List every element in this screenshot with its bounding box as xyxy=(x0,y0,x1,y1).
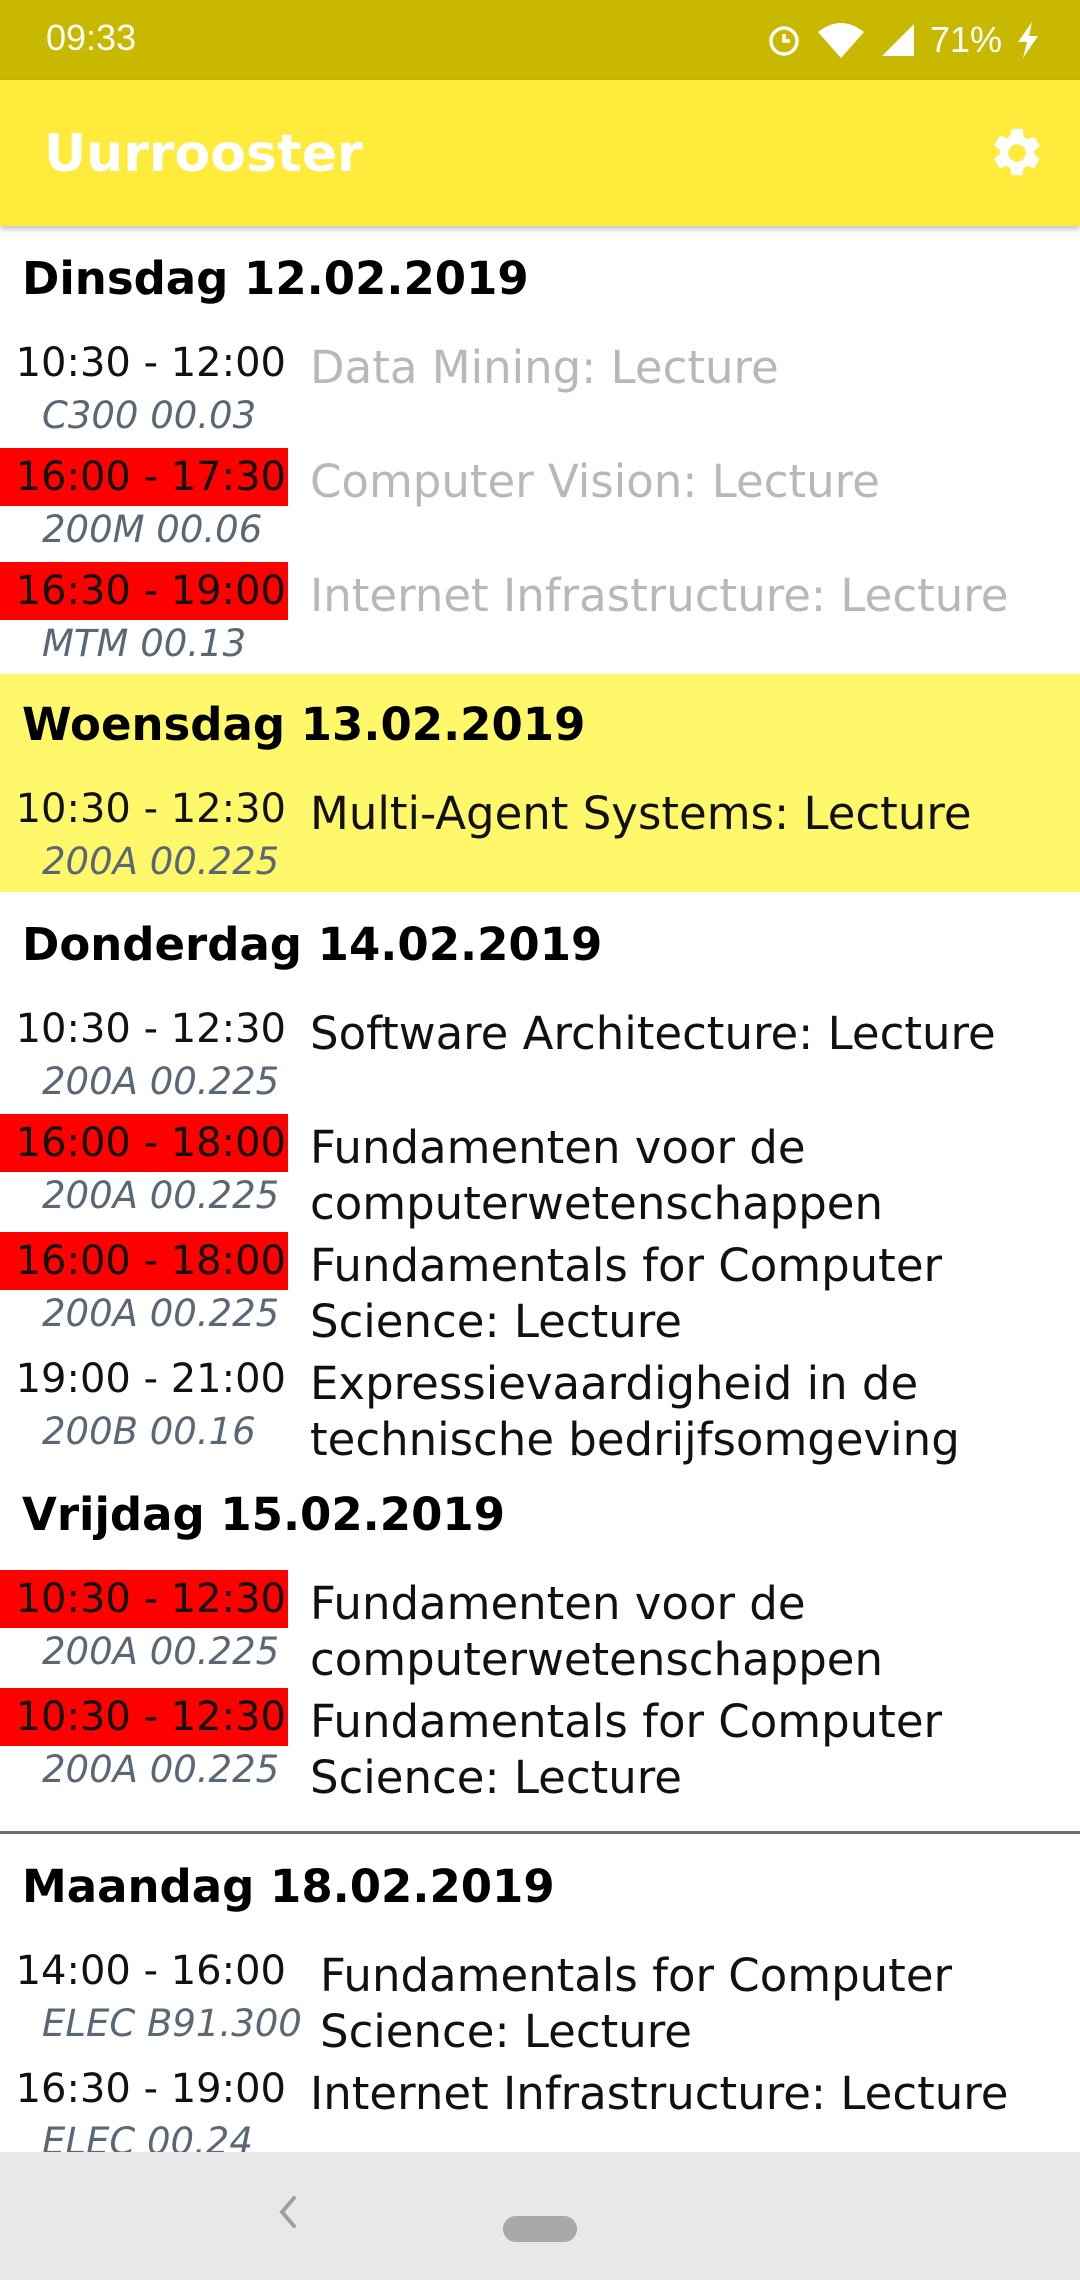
event-title: Fundamenten voor de computerwetenschappe… xyxy=(310,1121,883,1230)
status-icons: 71% xyxy=(766,14,1040,66)
signal-icon xyxy=(881,24,914,56)
event-title: Fundamenten voor de computerwetenschappe… xyxy=(310,1577,883,1686)
event-room: 200A 00.225 xyxy=(42,1060,280,1103)
event-room: 200A 00.225 xyxy=(42,1748,280,1791)
app-title: Uurrooster xyxy=(44,124,363,184)
event-time: 10:30 - 12:30 xyxy=(15,786,286,832)
event-title: Internet Infrastructure: Lecture xyxy=(310,2067,1009,2120)
home-pill-icon[interactable] xyxy=(503,2216,577,2242)
charging-icon xyxy=(1018,22,1038,58)
event-time-conflict: 10:30 - 12:30 xyxy=(0,1688,288,1746)
event-time-conflict: 16:30 - 19:00 xyxy=(0,562,288,620)
schedule-list[interactable]: Dinsdag 12.02.2019 10:30 - 12:00 C300 00… xyxy=(0,226,1080,2152)
day-title: Woensdag 13.02.2019 xyxy=(22,698,586,751)
day-section: Dinsdag 12.02.2019 10:30 - 12:00 C300 00… xyxy=(0,226,1080,674)
day-title: Dinsdag 12.02.2019 xyxy=(22,252,529,305)
event-title: Fundamentals for Computer Science: Lectu… xyxy=(310,1695,942,1804)
day-section: Maandag 18.02.2019 14:00 - 16:00 ELEC B9… xyxy=(0,1834,1080,2152)
day-title: Vrijdag 15.02.2019 xyxy=(22,1488,506,1541)
event-room: ELEC 00.24 xyxy=(42,2120,253,2152)
event-title: Computer Vision: Lecture xyxy=(310,455,880,508)
event-room: 200A 00.225 xyxy=(42,1292,280,1335)
event-time: 14:00 - 16:00 xyxy=(15,1948,286,1994)
event-time: 16:30 - 19:00 xyxy=(15,2066,286,2112)
back-icon[interactable] xyxy=(268,2182,308,2242)
day-section: Donderdag 14.02.2019 10:30 - 12:30 200A … xyxy=(0,892,1080,1476)
event-title: Multi-Agent Systems: Lecture xyxy=(310,787,972,840)
event-room: 200A 00.225 xyxy=(42,1174,280,1217)
event-title: Software Architecture: Lecture xyxy=(310,1007,996,1060)
event-room: 200M 00.06 xyxy=(42,508,263,551)
status-time: 09:33 xyxy=(46,17,137,58)
event-room: ELEC B91.300 xyxy=(42,2002,302,2045)
event-time-conflict: 16:00 - 18:00 xyxy=(0,1232,288,1290)
event-time-conflict: 16:00 - 18:00 xyxy=(0,1114,288,1172)
event-title: Fundamentals for Computer Science: Lectu… xyxy=(310,1239,942,1348)
settings-gear-icon[interactable] xyxy=(988,124,1046,182)
event-title: Expressievaardigheid in de technische be… xyxy=(310,1357,960,1466)
event-time-conflict: 10:30 - 12:30 xyxy=(0,1570,288,1628)
day-section: Vrijdag 15.02.2019 10:30 - 12:30 200A 00… xyxy=(0,1476,1080,1834)
event-time: 19:00 - 21:00 xyxy=(15,1356,286,1402)
app-bar: Uurrooster xyxy=(0,80,1080,226)
event-room: MTM 00.13 xyxy=(42,622,247,665)
event-time: 10:30 - 12:00 xyxy=(15,340,286,386)
event-room: 200A 00.225 xyxy=(42,840,280,883)
alarm-icon xyxy=(769,26,799,56)
event-room: C300 00.03 xyxy=(42,394,257,437)
event-time-conflict: 16:00 - 17:30 xyxy=(0,448,288,506)
event-time: 10:30 - 12:30 xyxy=(15,1006,286,1052)
event-room: 200B 00.16 xyxy=(42,1410,256,1453)
day-title: Donderdag 14.02.2019 xyxy=(22,918,603,971)
battery-percent: 71% xyxy=(929,19,1002,60)
day-title: Maandag 18.02.2019 xyxy=(22,1860,555,1913)
event-room: 200A 00.225 xyxy=(42,1630,280,1673)
status-bar: 09:33 71% xyxy=(0,0,1080,80)
navigation-bar xyxy=(0,2152,1080,2280)
event-title: Data Mining: Lecture xyxy=(310,341,779,394)
day-section-today: Woensdag 13.02.2019 10:30 - 12:30 200A 0… xyxy=(0,674,1080,892)
wifi-icon xyxy=(817,23,864,58)
event-title: Internet Infrastructure: Lecture xyxy=(310,569,1009,622)
event-title: Fundamentals for Computer Science: Lectu… xyxy=(320,1949,952,2058)
